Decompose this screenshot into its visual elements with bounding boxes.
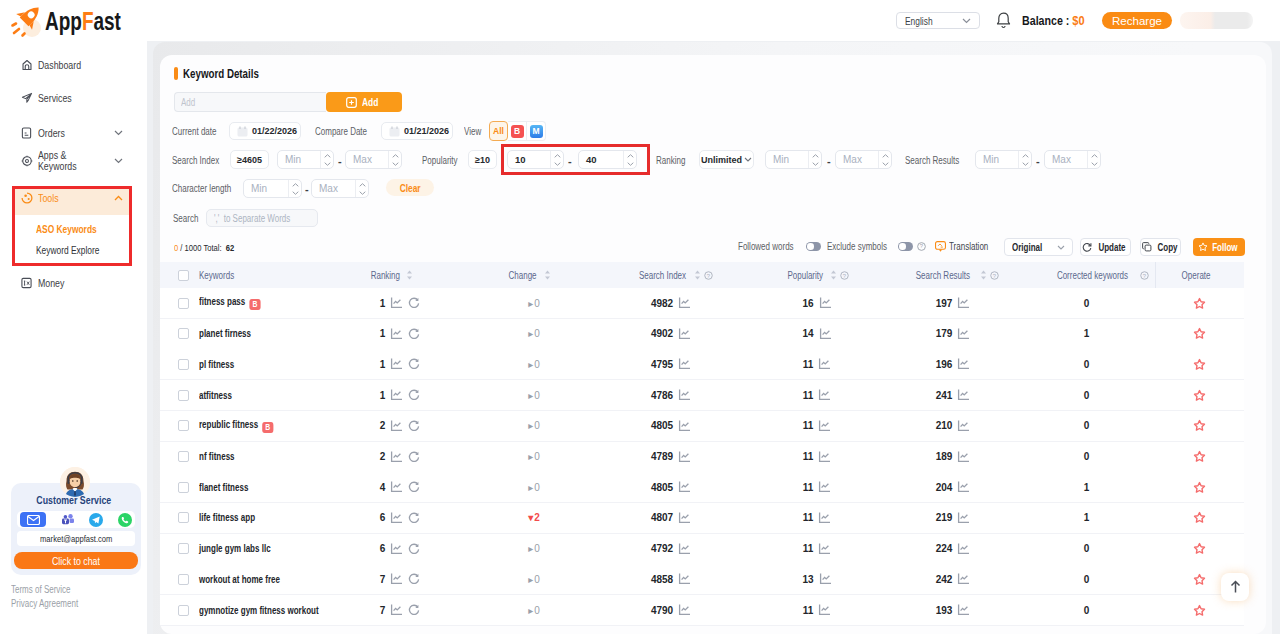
svg-text:?: ? [920,243,924,249]
svg-text:?: ? [707,272,711,278]
svg-text:?: ? [843,272,847,278]
svg-text:?: ? [1143,272,1147,278]
svg-text:?: ? [993,272,997,278]
